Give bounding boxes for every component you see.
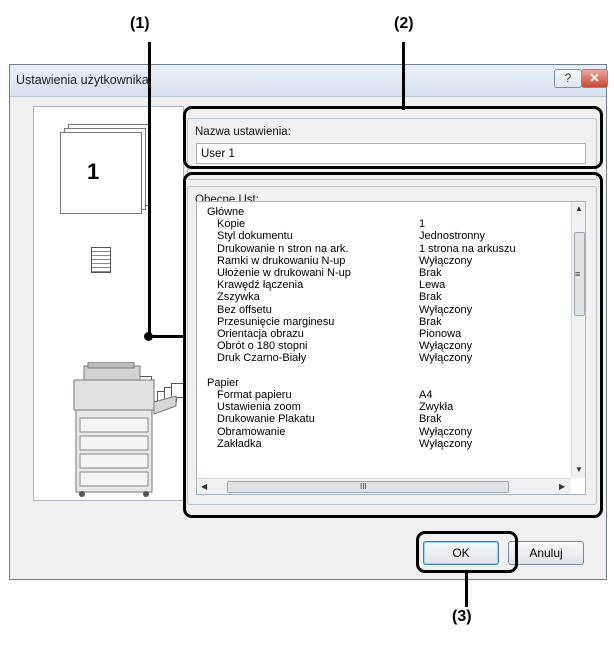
callout-1-dot xyxy=(144,332,153,341)
page-layout-preview: 1 xyxy=(60,124,156,220)
help-icon: ? xyxy=(564,71,572,85)
document-icon xyxy=(91,247,111,273)
help-button[interactable]: ? xyxy=(554,69,582,88)
cancel-button[interactable]: Anuluj xyxy=(508,541,584,565)
preview-panel: 1 xyxy=(33,106,184,501)
callout-3-leader xyxy=(465,571,468,607)
callout-1-leader-h xyxy=(148,335,183,338)
callout-2: (2) xyxy=(394,15,414,32)
page-number: 1 xyxy=(87,159,100,184)
callout-1-region-highlight xyxy=(183,172,603,518)
callout-1-leader xyxy=(148,42,151,338)
callout-2-highlight xyxy=(183,106,603,169)
callout-2-leader xyxy=(402,42,405,110)
callout-3: (3) xyxy=(452,608,472,625)
title-bar[interactable]: Ustawienia użytkownika ? ✕ xyxy=(10,65,608,97)
callout-1: (1) xyxy=(130,15,150,32)
dialog-title: Ustawienia użytkownika xyxy=(16,73,149,87)
close-icon: ✕ xyxy=(589,71,600,85)
printer-icon xyxy=(73,362,177,497)
close-button[interactable]: ✕ xyxy=(581,69,608,88)
callout-3-highlight xyxy=(416,531,518,573)
